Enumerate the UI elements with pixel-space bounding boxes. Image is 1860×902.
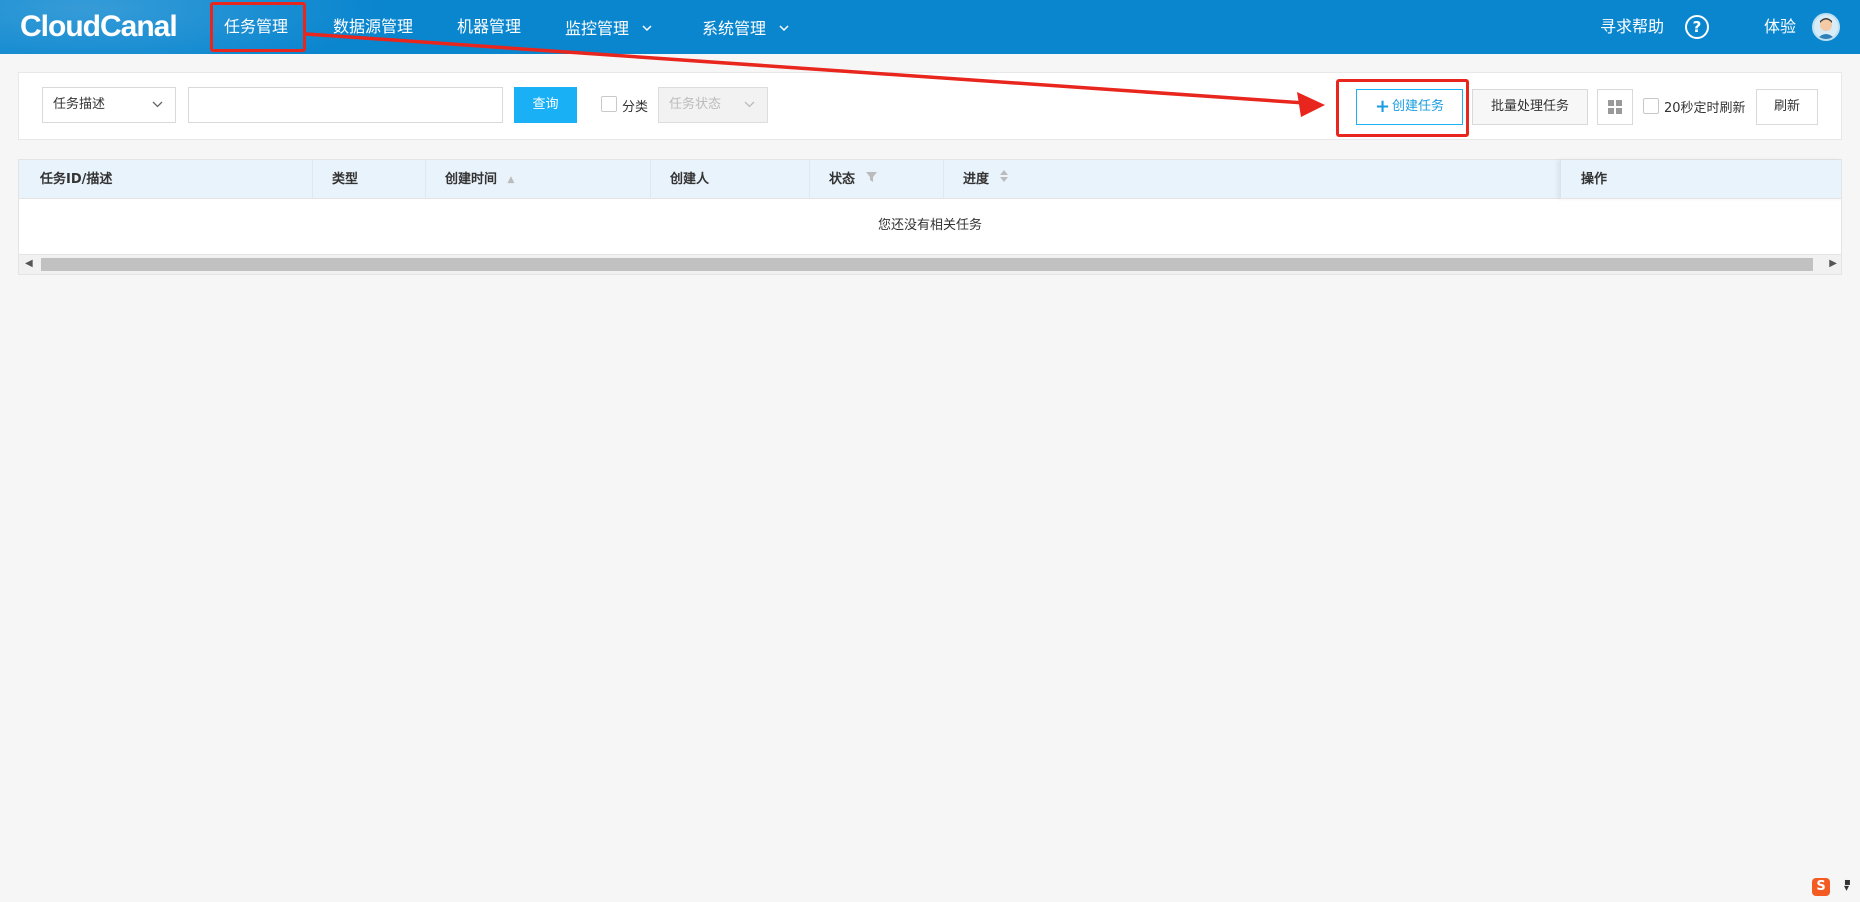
nav-item-system-management[interactable]: 系统管理	[702, 0, 789, 54]
batch-process-button[interactable]: 批量处理任务	[1472, 89, 1588, 125]
search-input[interactable]	[188, 87, 503, 123]
avatar[interactable]	[1812, 13, 1840, 41]
column-header-created-time[interactable]: 创建时间 ▲	[445, 160, 514, 199]
input-method-menu-icon[interactable]: ▪ ▾	[1844, 878, 1851, 894]
user-avatar-icon	[1817, 18, 1835, 39]
chevron-down-icon	[779, 0, 789, 54]
filter-icon[interactable]	[865, 161, 877, 200]
search-field-select-value: 任务描述	[53, 97, 106, 112]
nav-item-label: 系统管理	[702, 19, 767, 38]
scrollbar-thumb[interactable]	[41, 258, 1813, 271]
search-field-select[interactable]: 任务描述	[42, 87, 176, 123]
nav-item-label: 监控管理	[565, 19, 630, 38]
nav-item-label: 机器管理	[457, 17, 522, 36]
query-button[interactable]: 查询	[514, 87, 577, 123]
nav-item-monitor-management[interactable]: 监控管理	[565, 0, 652, 54]
nav-item-label: 数据源管理	[333, 17, 414, 36]
column-header-operation: 操作	[1581, 172, 1608, 187]
task-status-select[interactable]: 任务状态	[658, 87, 768, 123]
column-header-status[interactable]: 状态	[829, 160, 877, 199]
table-header: 任务ID/描述 类型 创建时间 ▲ 创建人 状态 进度 操作	[19, 160, 1841, 199]
column-header-progress[interactable]: 进度	[963, 160, 1008, 199]
operation-column: 操作	[1560, 160, 1843, 199]
scroll-right-icon[interactable]: ▶	[1829, 258, 1837, 269]
nav-item-machine-management[interactable]: 机器管理	[457, 0, 521, 54]
filter-panel: 任务描述 查询 分类 任务状态 + 创建任务 批量处理任务 20秒定时刷新 刷新	[18, 72, 1842, 140]
chevron-down-icon	[744, 88, 755, 122]
annotation-highlight-create-button	[1336, 79, 1469, 137]
refresh-button[interactable]: 刷新	[1756, 89, 1818, 125]
nav-item-datasource-management[interactable]: 数据源管理	[333, 0, 413, 54]
auto-refresh-label: 20秒定时刷新	[1664, 101, 1746, 116]
horizontal-scrollbar[interactable]: ◀ ▶	[19, 254, 1841, 274]
chevron-down-icon	[642, 0, 652, 54]
auto-refresh-checkbox[interactable]	[1643, 98, 1659, 114]
category-checkbox[interactable]	[601, 96, 617, 112]
sort-icon[interactable]	[999, 161, 1008, 200]
grid-icon	[1608, 100, 1614, 106]
grid-view-button[interactable]	[1597, 89, 1633, 125]
column-header-creator: 创建人	[670, 172, 710, 187]
column-header-label: 创建时间	[445, 172, 498, 187]
column-header-label: 进度	[963, 172, 990, 187]
annotation-highlight-task-menu	[210, 2, 306, 52]
chevron-down-icon	[152, 88, 163, 122]
user-name[interactable]: 体验	[1764, 0, 1796, 54]
column-header-task-id: 任务ID/描述	[40, 172, 113, 187]
task-status-select-value: 任务状态	[669, 97, 722, 112]
empty-state-text: 您还没有相关任务	[877, 218, 982, 233]
sort-icon[interactable]: ▲	[508, 161, 515, 200]
column-header-label: 状态	[829, 172, 856, 187]
help-link[interactable]: 寻求帮助	[1600, 0, 1664, 54]
input-method-icon[interactable]: S	[1812, 878, 1830, 896]
task-table: 任务ID/描述 类型 创建时间 ▲ 创建人 状态 进度 操作 您还没有相关任务	[18, 159, 1842, 275]
question-circle-icon[interactable]: ?	[1685, 15, 1709, 39]
column-header-type: 类型	[332, 172, 359, 187]
cloudcanal-logo[interactable]: CloudCanal	[20, 9, 178, 45]
scroll-left-icon[interactable]: ◀	[25, 258, 33, 269]
category-label: 分类	[622, 100, 649, 115]
